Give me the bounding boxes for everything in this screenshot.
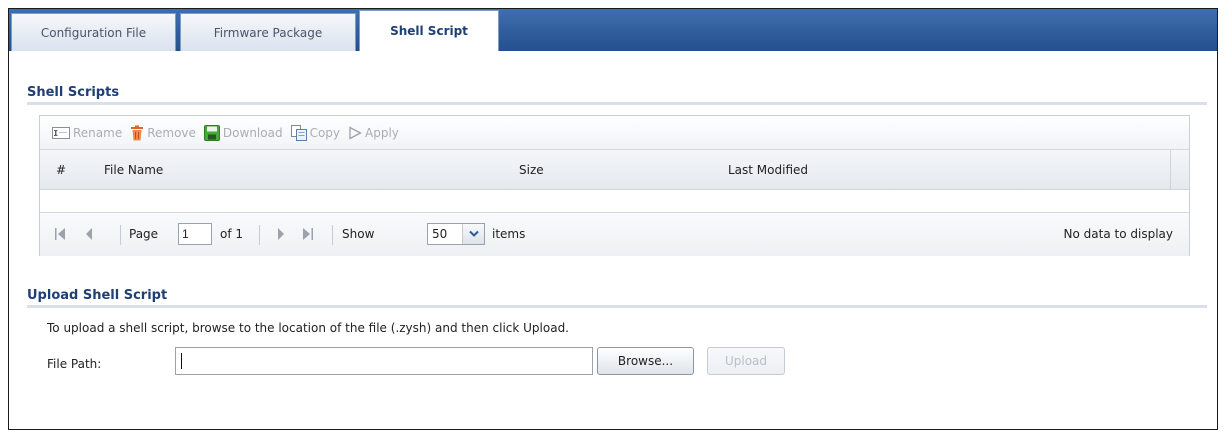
tab-shell-script[interactable]: Shell Script <box>359 10 499 51</box>
next-page-icon[interactable] <box>276 227 286 244</box>
apply-button[interactable]: Apply <box>348 126 399 140</box>
table-toolbar: Rename Remove Download Copy Apply <box>40 116 1189 150</box>
chevron-down-icon[interactable] <box>462 224 484 244</box>
column-header-file-name[interactable]: File Name <box>104 163 163 177</box>
pager-divider <box>332 225 333 245</box>
tab-label: Shell Script <box>390 24 468 38</box>
section-divider <box>27 102 1207 105</box>
shell-scripts-table: Rename Remove Download Copy Apply # File… <box>39 115 1190 256</box>
column-header-size[interactable]: Size <box>519 163 544 177</box>
pager-divider <box>120 225 121 245</box>
column-header-index[interactable]: # <box>56 163 66 177</box>
column-header-last-modified[interactable]: Last Modified <box>728 163 808 177</box>
pagination-bar: Page of 1 Show 50 items No data to displ… <box>40 212 1189 256</box>
trash-icon <box>130 125 144 141</box>
file-path-input[interactable] <box>175 347 593 375</box>
upload-button[interactable]: Upload <box>707 347 785 375</box>
copy-icon <box>290 124 307 141</box>
table-header: # File Name Size Last Modified <box>40 150 1189 190</box>
apply-label: Apply <box>365 125 399 140</box>
shell-scripts-title: Shell Scripts <box>27 85 120 100</box>
items-label: items <box>492 227 526 241</box>
first-page-icon[interactable] <box>54 227 66 244</box>
section-divider <box>27 305 1207 308</box>
remove-button[interactable]: Remove <box>130 125 196 141</box>
upload-instructions: To upload a shell script, browse to the … <box>47 321 569 335</box>
play-icon <box>348 125 362 140</box>
empty-state-message: No data to display <box>1063 227 1173 241</box>
rename-label: Rename <box>73 125 123 140</box>
tab-label: Firmware Package <box>213 25 323 40</box>
text-caret <box>181 353 182 369</box>
column-divider <box>1170 150 1171 190</box>
tab-label: Configuration File <box>40 25 147 40</box>
show-label: Show <box>342 227 375 241</box>
page-label: Page <box>129 227 159 241</box>
page-count-label: of 1 <box>220 227 244 241</box>
tab-configuration-file[interactable]: Configuration File <box>11 13 176 51</box>
browse-button[interactable]: Browse... <box>597 347 694 375</box>
rename-icon <box>52 126 70 139</box>
save-icon <box>203 124 220 141</box>
pager-divider <box>259 225 260 245</box>
items-per-page-value: 50 <box>432 227 448 241</box>
download-button[interactable]: Download <box>203 124 283 141</box>
app-frame: Configuration File Firmware Package Shel… <box>8 8 1218 430</box>
copy-button[interactable]: Copy <box>290 124 341 141</box>
tab-firmware-package[interactable]: Firmware Package <box>180 13 356 51</box>
last-page-icon[interactable] <box>302 227 314 244</box>
remove-label: Remove <box>147 125 196 140</box>
rename-button[interactable]: Rename <box>52 126 122 140</box>
copy-label: Copy <box>309 125 341 140</box>
upload-shell-script-title: Upload Shell Script <box>27 288 168 303</box>
file-path-label: File Path: <box>47 357 102 371</box>
page-number-input[interactable] <box>178 223 212 245</box>
download-label: Download <box>222 125 283 140</box>
items-per-page-select[interactable]: 50 <box>427 223 485 245</box>
previous-page-icon[interactable] <box>84 227 94 244</box>
tab-bar: Configuration File Firmware Package Shel… <box>9 9 1217 51</box>
